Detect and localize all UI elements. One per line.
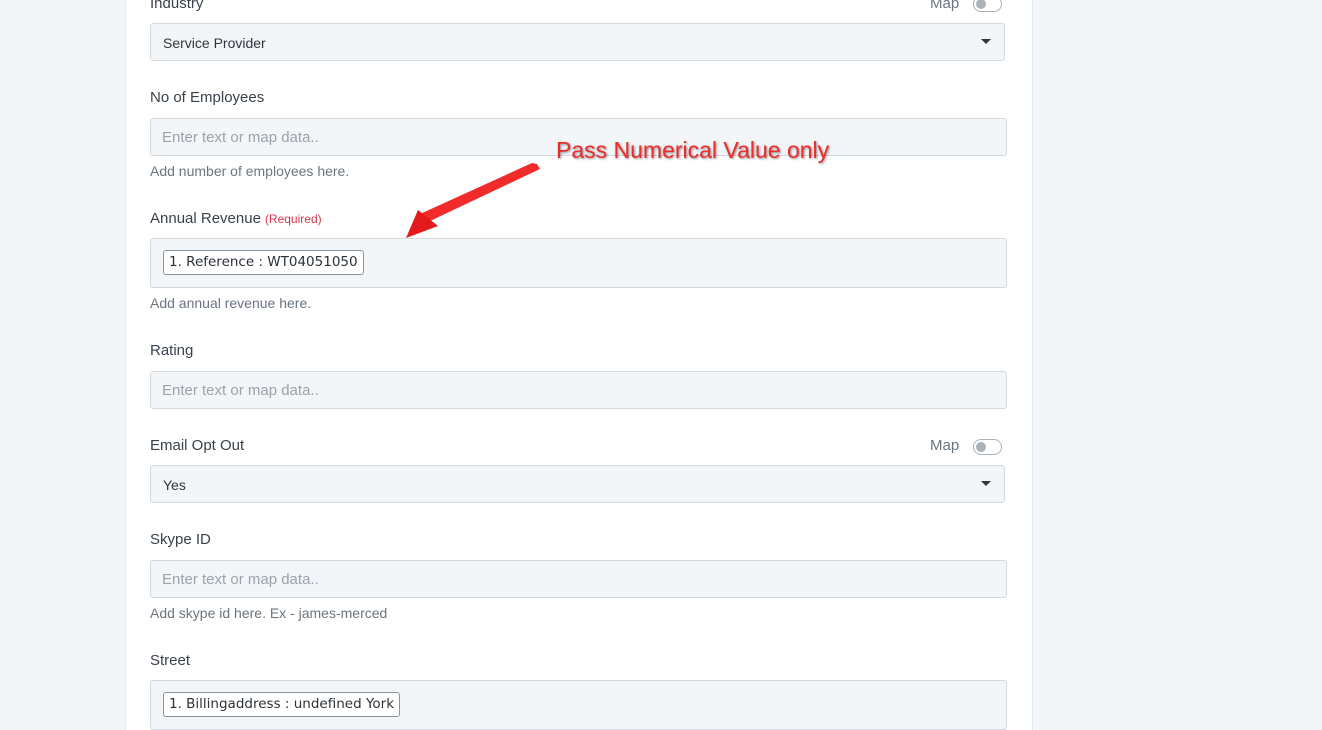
annual-revenue-mapped-chip[interactable]: 1. Reference : WT04051050 [163,250,364,275]
toggle-knob [976,442,986,452]
required-badge: (Required) [264,212,322,226]
industry-label: Industry [150,0,204,12]
industry-map-label: Map [930,0,960,12]
caret-down-icon [981,481,991,486]
email-opt-out-map-toggle[interactable] [973,439,1002,455]
email-opt-out-label: Email Opt Out [150,437,245,454]
industry-map-toggle[interactable] [973,0,1002,12]
annotation-callout-text: Pass Numerical Value only [556,137,830,163]
rating-input[interactable]: Enter text or map data.. [150,371,1007,409]
email-opt-out-select[interactable]: Yes [150,465,1005,503]
rating-label: Rating [150,342,194,359]
employees-placeholder: Enter text or map data.. [162,129,319,146]
annual-revenue-hint: Add annual revenue here. [150,295,312,311]
annual-revenue-label: Annual Revenue (Required) [150,210,322,227]
toggle-knob [976,0,986,9]
street-label: Street [150,652,191,669]
caret-down-icon [981,39,991,44]
industry-select[interactable]: Service Provider [150,23,1005,61]
annual-revenue-label-text: Annual Revenue [150,210,261,227]
street-mapped-chip[interactable]: 1. Billingaddress : undefined York [163,692,401,717]
street-input[interactable]: 1. Billingaddress : undefined York [150,680,1007,730]
industry-select-value: Service Provider [163,35,266,51]
email-opt-out-select-value: Yes [163,477,186,493]
skype-placeholder: Enter text or map data.. [162,571,319,588]
annotation-arrow-icon [406,163,540,238]
skype-hint: Add skype id here. Ex - james-merced [150,605,388,621]
skype-label: Skype ID [150,531,211,548]
skype-input[interactable]: Enter text or map data.. [150,560,1007,598]
email-opt-out-map-label: Map [930,437,960,454]
rating-placeholder: Enter text or map data.. [162,382,319,399]
annual-revenue-input[interactable]: 1. Reference : WT04051050 [150,238,1007,288]
employees-hint: Add number of employees here. [150,163,350,179]
employees-label: No of Employees [150,89,265,106]
